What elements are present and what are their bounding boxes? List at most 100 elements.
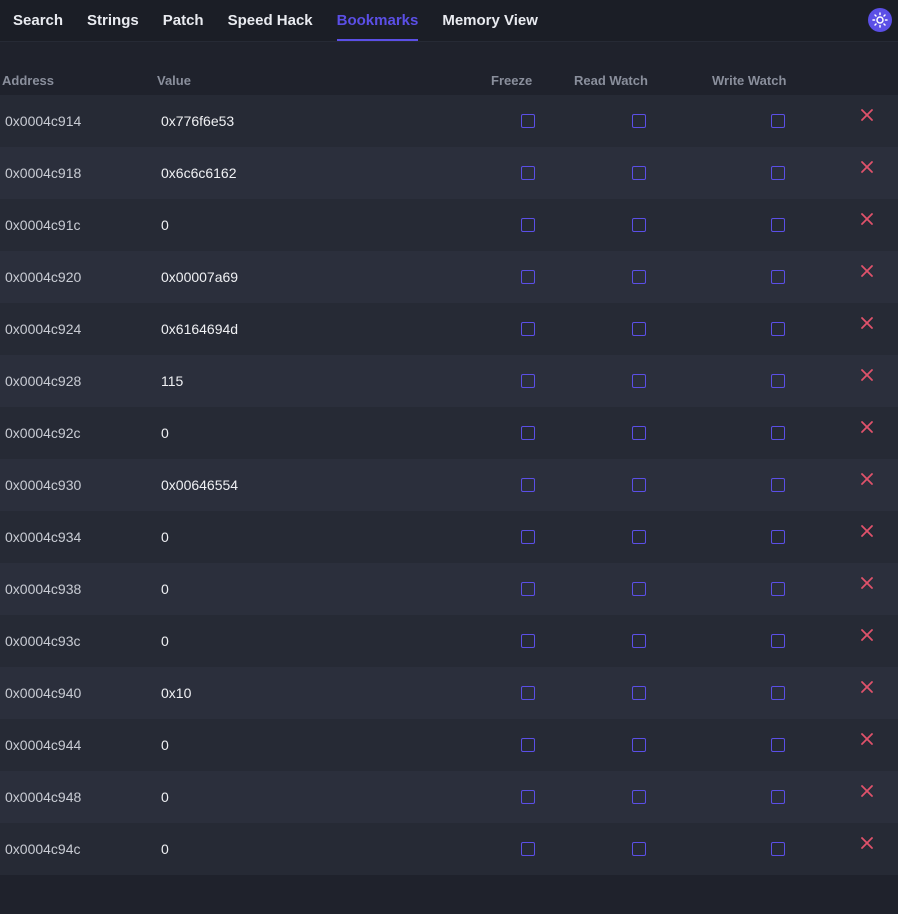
write-watch-checkbox-cell [771,251,785,303]
freeze-checkbox[interactable] [521,634,535,648]
tab-search[interactable]: Search [13,0,63,41]
freeze-checkbox[interactable] [521,426,535,440]
freeze-checkbox[interactable] [521,166,535,180]
delete-bookmark-button[interactable] [860,89,874,141]
tab-bookmarks[interactable]: Bookmarks [336,0,418,41]
read-watch-checkbox[interactable] [632,374,646,388]
write-watch-checkbox[interactable] [771,842,785,856]
table-row: 0x0004c940 0x10 [0,667,898,719]
delete-bookmark-button[interactable] [860,453,874,505]
freeze-checkbox[interactable] [521,582,535,596]
write-watch-checkbox[interactable] [771,114,785,128]
delete-bookmark-button[interactable] [860,297,874,349]
write-watch-checkbox-cell [771,459,785,511]
freeze-checkbox[interactable] [521,478,535,492]
write-watch-checkbox[interactable] [771,374,785,388]
table-row: 0x0004c918 0x6c6c6162 [0,147,898,199]
delete-bookmark-button[interactable] [860,505,874,557]
delete-bookmark-button[interactable] [860,817,874,869]
read-watch-checkbox[interactable] [632,166,646,180]
value-cell[interactable]: 0 [161,407,169,459]
read-watch-checkbox[interactable] [632,530,646,544]
address-cell: 0x0004c940 [5,685,82,701]
freeze-checkbox[interactable] [521,270,535,284]
read-watch-checkbox-cell [632,147,646,199]
table-body: 0x0004c914 0x776f6e53 0x0004c918 0x6c6c6162… [0,95,898,875]
value-cell[interactable]: 0 [161,771,169,823]
read-watch-checkbox[interactable] [632,582,646,596]
read-watch-checkbox-cell [632,407,646,459]
write-watch-checkbox[interactable] [771,322,785,336]
read-watch-checkbox[interactable] [632,478,646,492]
freeze-checkbox[interactable] [521,738,535,752]
value-cell[interactable]: 0x776f6e53 [161,95,234,147]
read-watch-checkbox[interactable] [632,842,646,856]
table-row: 0x0004c938 0 [0,563,898,615]
close-icon [861,837,873,849]
delete-bookmark-button[interactable] [860,245,874,297]
value-cell[interactable]: 0x10 [161,667,191,719]
read-watch-checkbox[interactable] [632,322,646,336]
value-cell[interactable]: 0 [161,615,169,667]
write-watch-checkbox[interactable] [771,790,785,804]
write-watch-checkbox-cell [771,511,785,563]
freeze-checkbox-cell [521,719,535,771]
read-watch-checkbox[interactable] [632,790,646,804]
write-watch-checkbox[interactable] [771,166,785,180]
read-watch-checkbox[interactable] [632,634,646,648]
delete-bookmark-button[interactable] [860,401,874,453]
read-watch-checkbox[interactable] [632,686,646,700]
tab-strings[interactable]: Strings [87,0,139,41]
write-watch-checkbox[interactable] [771,582,785,596]
freeze-checkbox[interactable] [521,842,535,856]
read-watch-checkbox-cell [632,719,646,771]
freeze-checkbox[interactable] [521,374,535,388]
value-cell[interactable]: 0 [161,199,169,251]
write-watch-checkbox[interactable] [771,218,785,232]
delete-bookmark-button[interactable] [860,349,874,401]
delete-bookmark-button[interactable] [860,557,874,609]
value-cell[interactable]: 0 [161,823,169,875]
delete-bookmark-button[interactable] [860,193,874,245]
write-watch-checkbox-cell [771,719,785,771]
value-cell[interactable]: 0 [161,563,169,615]
read-watch-checkbox[interactable] [632,426,646,440]
tab-memory-view[interactable]: Memory View [442,0,538,41]
delete-bookmark-button[interactable] [860,713,874,765]
freeze-checkbox[interactable] [521,790,535,804]
freeze-checkbox[interactable] [521,114,535,128]
value-cell[interactable]: 0x00646554 [161,459,238,511]
freeze-checkbox-cell [521,251,535,303]
value-cell[interactable]: 0x6c6c6162 [161,147,237,199]
freeze-checkbox[interactable] [521,686,535,700]
tab-speed-hack[interactable]: Speed Hack [228,0,313,41]
write-watch-checkbox[interactable] [771,634,785,648]
value-cell[interactable]: 0x6164694d [161,303,238,355]
delete-bookmark-button[interactable] [860,609,874,661]
write-watch-checkbox[interactable] [771,686,785,700]
table-row: 0x0004c948 0 [0,771,898,823]
column-header-read-watch: Read Watch [574,73,648,88]
value-cell[interactable]: 0 [161,719,169,771]
tab-patch[interactable]: Patch [163,0,204,41]
write-watch-checkbox[interactable] [771,426,785,440]
freeze-checkbox[interactable] [521,322,535,336]
write-watch-checkbox[interactable] [771,738,785,752]
theme-toggle-button[interactable] [868,8,892,32]
freeze-checkbox[interactable] [521,530,535,544]
write-watch-checkbox[interactable] [771,270,785,284]
write-watch-checkbox[interactable] [771,478,785,492]
read-watch-checkbox[interactable] [632,114,646,128]
read-watch-checkbox[interactable] [632,270,646,284]
delete-bookmark-button[interactable] [860,661,874,713]
freeze-checkbox-cell [521,199,535,251]
read-watch-checkbox[interactable] [632,218,646,232]
value-cell[interactable]: 0 [161,511,169,563]
delete-bookmark-button[interactable] [860,141,874,193]
read-watch-checkbox[interactable] [632,738,646,752]
value-cell[interactable]: 115 [161,355,183,407]
delete-bookmark-button[interactable] [860,765,874,817]
write-watch-checkbox[interactable] [771,530,785,544]
value-cell[interactable]: 0x00007a69 [161,251,238,303]
freeze-checkbox[interactable] [521,218,535,232]
